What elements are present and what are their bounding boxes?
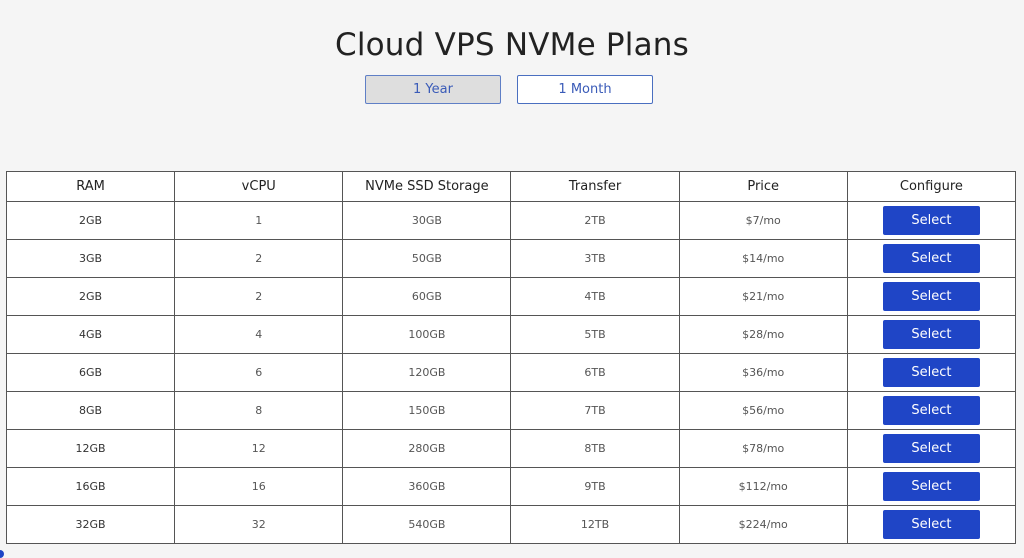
cell-transfer: 6TB <box>510 353 680 392</box>
cell-vcpu: 16 <box>174 467 344 506</box>
header-price: Price <box>678 171 848 202</box>
header-storage: NVMe SSD Storage <box>342 171 512 202</box>
cell-transfer: 5TB <box>510 315 680 354</box>
header-transfer: Transfer <box>510 171 680 202</box>
cell-price: $7/mo <box>678 201 848 240</box>
cell-configure: Select <box>846 391 1017 430</box>
billing-period-toggle: 1 Year 1 Month <box>365 75 653 104</box>
cell-configure: Select <box>846 429 1017 468</box>
header-ram: RAM <box>5 171 176 202</box>
table-row: 12GB 12 280GB 8TB $78/mo Select <box>5 429 1017 468</box>
page-title: Cloud VPS NVMe Plans <box>334 26 689 63</box>
cell-transfer: 2TB <box>510 201 680 240</box>
cell-configure: Select <box>846 277 1017 316</box>
cell-storage: 100GB <box>342 315 512 354</box>
cell-configure: Select <box>846 353 1017 392</box>
cell-configure: Select <box>846 201 1017 240</box>
select-plan-button[interactable]: Select <box>882 244 980 273</box>
cell-storage: 120GB <box>342 353 512 392</box>
cell-transfer: 8TB <box>510 429 680 468</box>
cell-ram: 8GB <box>5 391 176 430</box>
cell-storage: 60GB <box>342 277 512 316</box>
cell-ram: 6GB <box>5 353 176 392</box>
cell-price: $78/mo <box>678 429 848 468</box>
cell-vcpu: 12 <box>174 429 344 468</box>
cell-vcpu: 6 <box>174 353 344 392</box>
cell-ram: 16GB <box>5 467 176 506</box>
select-plan-button[interactable]: Select <box>882 206 980 235</box>
cell-ram: 2GB <box>5 201 176 240</box>
select-plan-button[interactable]: Select <box>882 358 980 387</box>
table-row: 2GB 1 30GB 2TB $7/mo Select <box>5 201 1017 240</box>
toggle-1-month-button[interactable]: 1 Month <box>517 75 653 104</box>
cell-price: $56/mo <box>678 391 848 430</box>
cell-transfer: 9TB <box>510 467 680 506</box>
select-plan-button[interactable]: Select <box>882 434 980 463</box>
cell-storage: 30GB <box>342 201 512 240</box>
cell-ram: 12GB <box>5 429 176 468</box>
table-row: 3GB 2 50GB 3TB $14/mo Select <box>5 239 1017 278</box>
cell-storage: 50GB <box>342 239 512 278</box>
cell-vcpu: 4 <box>174 315 344 354</box>
cell-transfer: 3TB <box>510 239 680 278</box>
cell-storage: 360GB <box>342 467 512 506</box>
cell-price: $14/mo <box>678 239 848 278</box>
header-vcpu: vCPU <box>174 171 344 202</box>
cell-ram: 32GB <box>5 505 176 544</box>
select-plan-button[interactable]: Select <box>882 396 980 425</box>
cell-price: $112/mo <box>678 467 848 506</box>
cell-vcpu: 2 <box>174 277 344 316</box>
cell-price: $28/mo <box>678 315 848 354</box>
select-plan-button[interactable]: Select <box>882 510 980 539</box>
cell-price: $224/mo <box>678 505 848 544</box>
cell-vcpu: 32 <box>174 505 344 544</box>
cell-storage: 280GB <box>342 429 512 468</box>
header-configure: Configure <box>846 171 1017 202</box>
select-plan-button[interactable]: Select <box>882 320 980 349</box>
table-row: 8GB 8 150GB 7TB $56/mo Select <box>5 391 1017 430</box>
cell-configure: Select <box>846 467 1017 506</box>
plans-table: RAM vCPU NVMe SSD Storage Transfer Price… <box>5 171 1017 544</box>
table-row: 4GB 4 100GB 5TB $28/mo Select <box>5 315 1017 354</box>
table-row: 6GB 6 120GB 6TB $36/mo Select <box>5 353 1017 392</box>
table-row: 2GB 2 60GB 4TB $21/mo Select <box>5 277 1017 316</box>
plans-table-body: 2GB 1 30GB 2TB $7/mo Select 3GB 2 50GB 3TB $14/mo S… <box>5 201 1017 544</box>
cell-configure: Select <box>846 239 1017 278</box>
cell-configure: Select <box>846 315 1017 354</box>
cell-transfer: 4TB <box>510 277 680 316</box>
cell-price: $21/mo <box>678 277 848 316</box>
table-header-row: RAM vCPU NVMe SSD Storage Transfer Price… <box>5 171 1017 202</box>
toggle-1-year-button[interactable]: 1 Year <box>365 75 501 104</box>
cell-ram: 2GB <box>5 277 176 316</box>
cell-vcpu: 1 <box>174 201 344 240</box>
cell-price: $36/mo <box>678 353 848 392</box>
cell-configure: Select <box>846 505 1017 544</box>
table-row: 32GB 32 540GB 12TB $224/mo Select <box>5 505 1017 544</box>
cell-ram: 3GB <box>5 239 176 278</box>
select-plan-button[interactable]: Select <box>882 472 980 501</box>
cell-ram: 4GB <box>5 315 176 354</box>
select-plan-button[interactable]: Select <box>882 282 980 311</box>
floating-widget-edge[interactable] <box>0 550 4 558</box>
cell-storage: 150GB <box>342 391 512 430</box>
cell-transfer: 7TB <box>510 391 680 430</box>
cell-vcpu: 8 <box>174 391 344 430</box>
cell-storage: 540GB <box>342 505 512 544</box>
cell-transfer: 12TB <box>510 505 680 544</box>
table-row: 16GB 16 360GB 9TB $112/mo Select <box>5 467 1017 506</box>
cell-vcpu: 2 <box>174 239 344 278</box>
